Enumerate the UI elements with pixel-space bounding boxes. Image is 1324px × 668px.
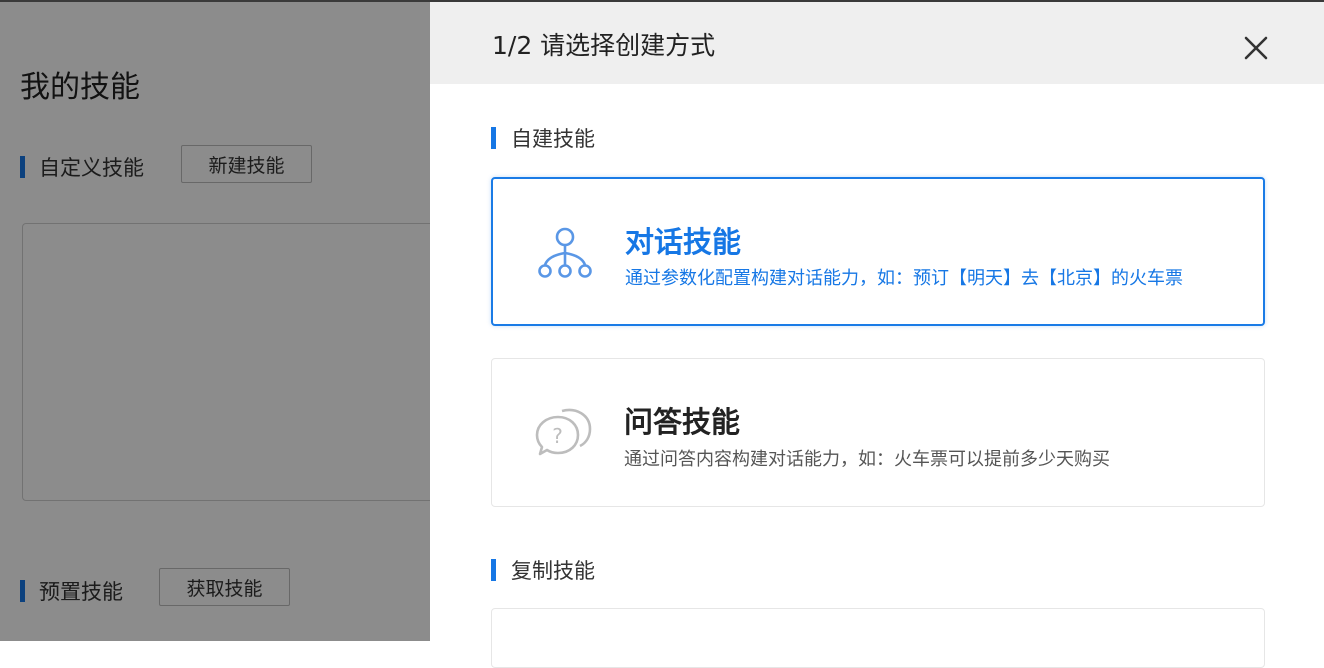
copy-skill-card[interactable] — [491, 608, 1265, 668]
close-button[interactable] — [1238, 30, 1274, 66]
drawer-title: 1/2 请选择创建方式 — [492, 31, 716, 60]
svg-text:?: ? — [552, 424, 563, 448]
copy-skill-label: 复制技能 — [511, 559, 595, 583]
self-build-section: 自建技能 — [491, 123, 595, 153]
copy-skill-section: 复制技能 — [491, 555, 595, 585]
tree-nodes-icon — [538, 227, 592, 278]
drawer-header: 1/2 请选择创建方式 — [430, 0, 1324, 84]
card-description: 通过问答内容构建对话能力，如：火车票可以提前多少天购买 — [624, 449, 1110, 470]
card-title: 对话技能 — [625, 225, 742, 259]
question-chat-icon: ? — [535, 408, 592, 456]
section-marker — [491, 559, 496, 581]
create-skill-drawer: 1/2 请选择创建方式 自建技能 对话技能 通过参数化配置构建对话能力，如：预订… — [430, 0, 1324, 668]
qa-skill-card[interactable]: ? 问答技能 通过问答内容构建对话能力，如：火车票可以提前多少天购买 — [491, 358, 1265, 507]
card-title: 问答技能 — [624, 405, 741, 439]
dialog-skill-card[interactable]: 对话技能 通过参数化配置构建对话能力，如：预订【明天】去【北京】的火车票 — [491, 177, 1265, 326]
window-top-border — [0, 0, 1324, 2]
modal-overlay[interactable] — [0, 0, 430, 641]
self-build-label: 自建技能 — [511, 127, 595, 151]
section-marker — [491, 127, 496, 149]
card-description: 通过参数化配置构建对话能力，如：预订【明天】去【北京】的火车票 — [625, 268, 1183, 289]
close-icon — [1244, 36, 1268, 60]
